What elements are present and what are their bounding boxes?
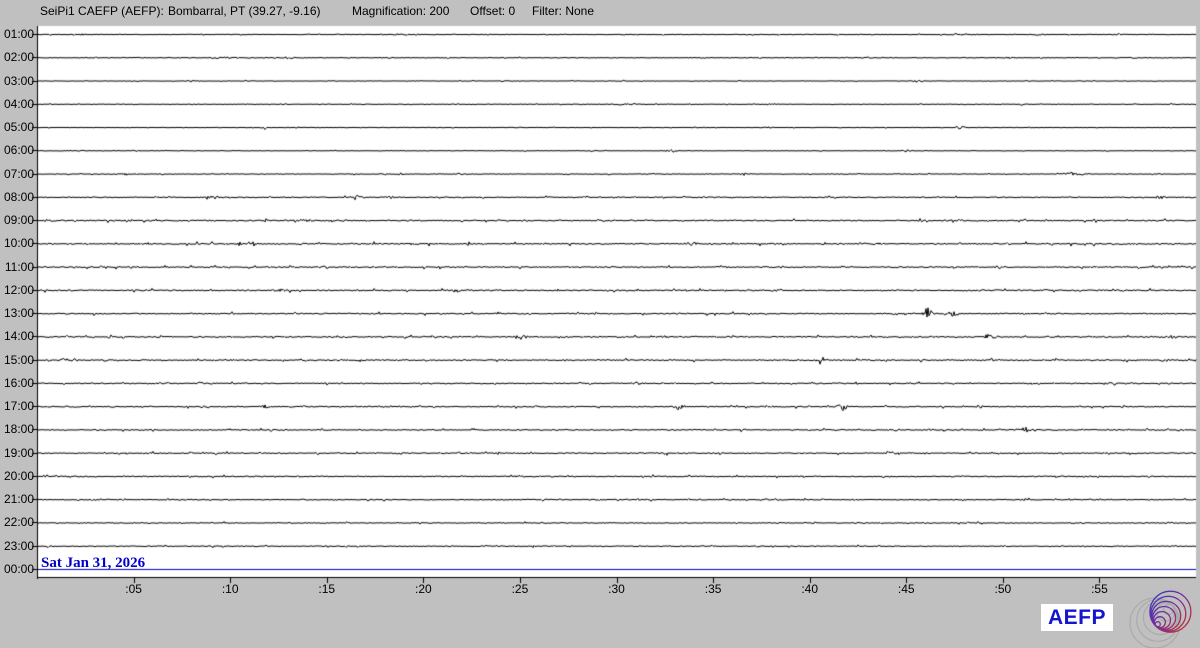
minute-label: :25 xyxy=(511,582,529,596)
hour-label: 23:00 xyxy=(3,538,34,553)
minute-label: :35 xyxy=(704,582,722,596)
hour-label: 09:00 xyxy=(3,213,34,228)
minute-label: :55 xyxy=(1091,582,1108,596)
minute-label: :15 xyxy=(318,582,336,596)
hour-label: 08:00 xyxy=(3,189,34,204)
hour-label: 02:00 xyxy=(3,50,34,65)
hour-label: 14:00 xyxy=(3,329,34,344)
hour-label: 01:00 xyxy=(3,27,34,41)
filter-value: Filter: None xyxy=(532,4,595,18)
minute-label: :40 xyxy=(801,582,818,596)
hour-label: 20:00 xyxy=(3,468,34,483)
hour-label: 00:00 xyxy=(3,561,34,576)
helicorder-window: SeiPi1 CAEFP (AEFP): Bombarral, PT (39.2… xyxy=(0,0,1200,648)
minute-label: :30 xyxy=(608,582,625,596)
minute-label: :50 xyxy=(994,582,1012,596)
minute-label: :20 xyxy=(414,582,432,596)
hour-label: 12:00 xyxy=(3,282,34,297)
hour-label: 11:00 xyxy=(4,259,34,274)
hour-label: 16:00 xyxy=(3,375,34,390)
aefp-brand-text: AEFP xyxy=(1047,605,1106,629)
app-title: SeiPi1 CAEFP (AEFP): xyxy=(40,4,164,18)
hour-label: 04:00 xyxy=(3,96,34,111)
hour-label: 17:00 xyxy=(3,399,34,414)
aefp-logo-icon xyxy=(1129,590,1192,648)
minute-label: :05 xyxy=(125,582,142,596)
hour-label: 15:00 xyxy=(3,352,34,367)
hour-label: 10:00 xyxy=(3,236,34,251)
offset-value: Offset: 0 xyxy=(470,4,516,18)
hour-label: 03:00 xyxy=(3,73,34,88)
hour-label: 21:00 xyxy=(3,492,34,507)
status-bar: SeiPi1 CAEFP (AEFP): Bombarral, PT (39.2… xyxy=(0,0,1200,22)
minute-label: :45 xyxy=(897,582,915,596)
date-label: Sat Jan 31, 2026 xyxy=(41,555,146,571)
hour-label: 06:00 xyxy=(3,143,34,158)
hour-label: 07:00 xyxy=(3,166,34,181)
helicorder-plot xyxy=(0,0,1200,648)
hour-label: 18:00 xyxy=(3,422,34,437)
hour-label: 05:00 xyxy=(3,120,34,135)
aefp-brand-badge: AEFP xyxy=(1041,604,1113,631)
hour-label: 22:00 xyxy=(3,515,34,530)
magnification-value: Magnification: 200 xyxy=(352,4,450,18)
station-name: Bombarral, PT (39.27, -9.16) xyxy=(168,4,321,18)
hour-label: 19:00 xyxy=(3,445,34,460)
minute-label: :10 xyxy=(221,582,239,596)
hour-label: 13:00 xyxy=(3,306,34,321)
